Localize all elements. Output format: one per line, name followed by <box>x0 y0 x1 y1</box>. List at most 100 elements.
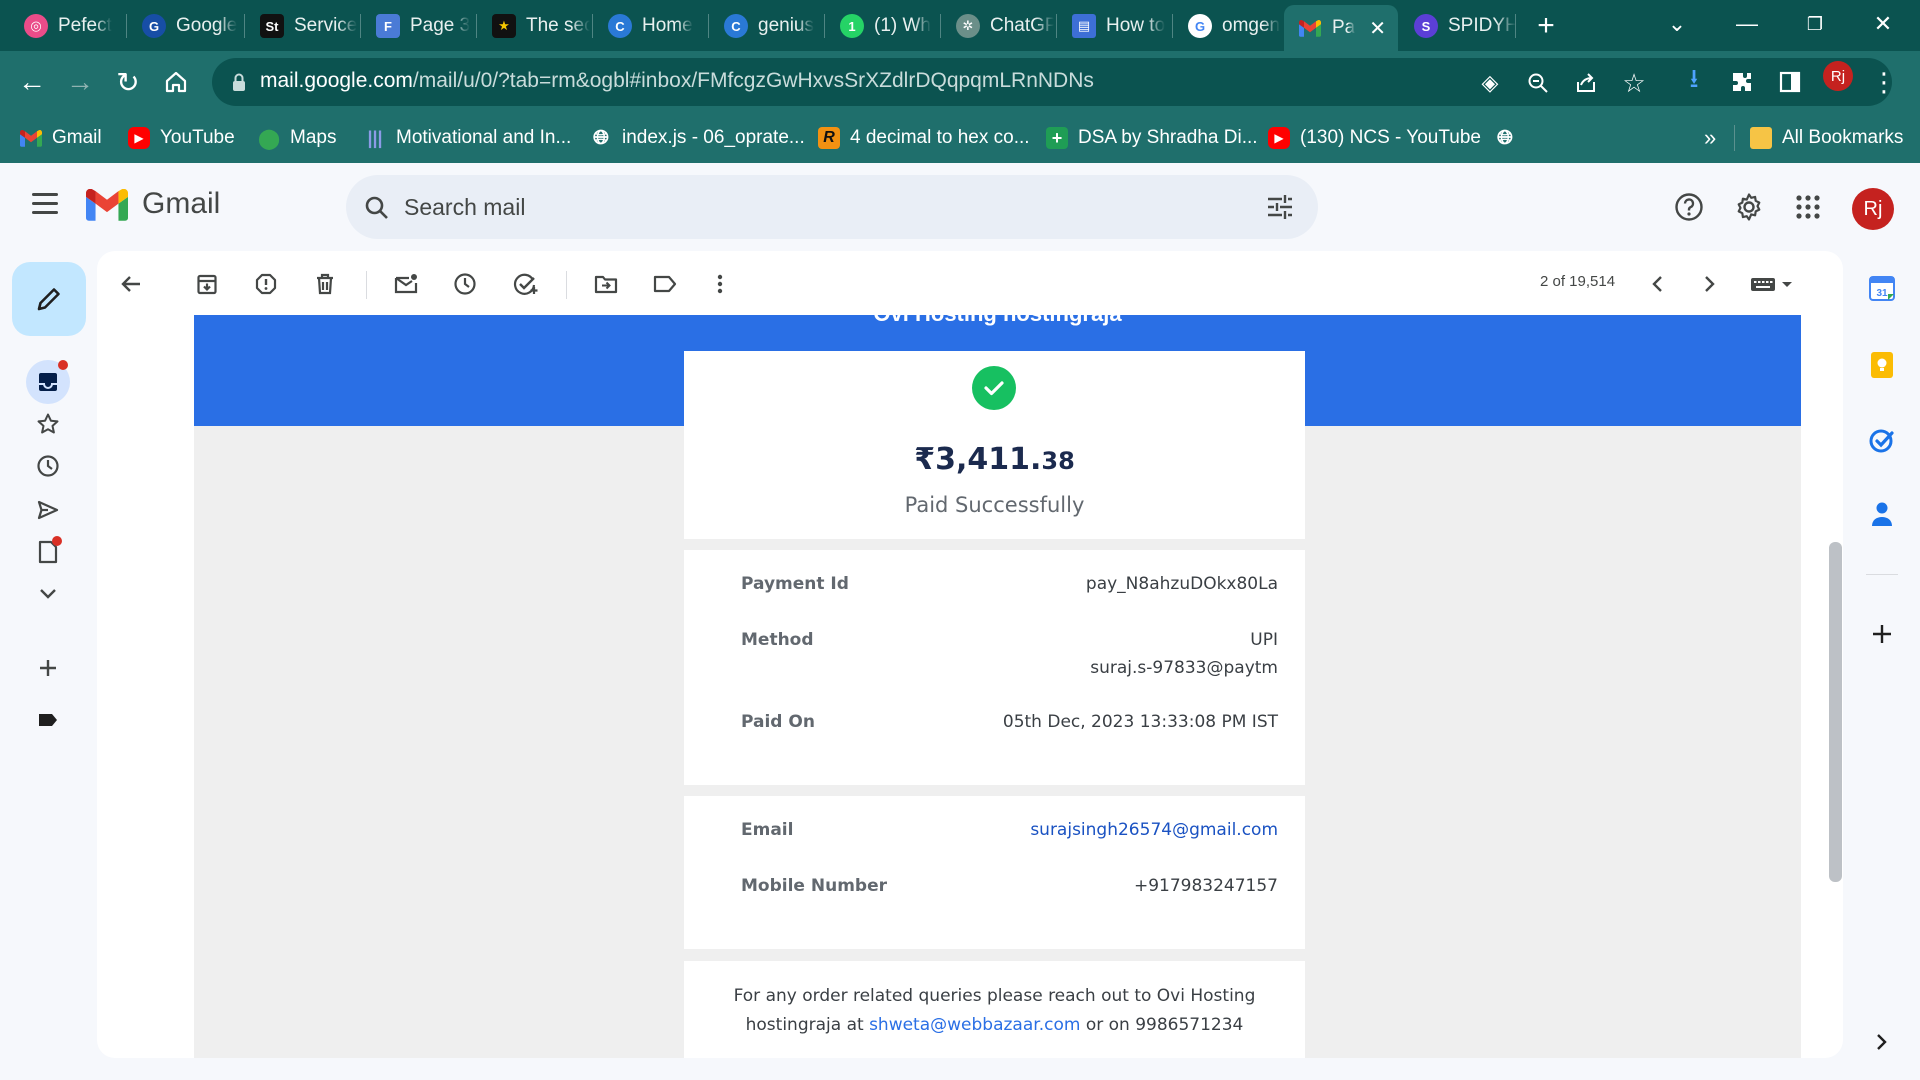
address-bar[interactable]: mail.google.com/mail/u/0/?tab=rm&ogbl#in… <box>212 58 1892 106</box>
tab-label: Service <box>294 15 358 36</box>
close-window-icon[interactable]: ✕ <box>1858 6 1908 42</box>
extensions-icon[interactable] <box>1728 68 1756 96</box>
compose-button[interactable] <box>12 262 86 336</box>
back-to-inbox-icon[interactable] <box>116 269 146 299</box>
settings-gear-icon[interactable] <box>1729 187 1769 227</box>
newer-chevron-left-icon[interactable] <box>1642 269 1672 299</box>
label-icon[interactable] <box>30 702 66 738</box>
help-icon[interactable] <box>1669 187 1709 227</box>
message-scrollbar[interactable] <box>1829 542 1842 882</box>
side-panel-icon[interactable] <box>1776 68 1804 96</box>
browser-tab[interactable]: F Page 3 <box>362 8 474 44</box>
show-side-panel-chevron-icon[interactable] <box>1866 1026 1898 1058</box>
label-as-icon[interactable] <box>650 269 680 299</box>
browser-tab[interactable]: St Service <box>246 8 358 44</box>
browser-menu-icon[interactable]: ⋮ <box>1870 67 1898 97</box>
gmail-logo-icon[interactable] <box>86 189 128 221</box>
tab-search-icon[interactable]: ⌄ <box>1652 6 1702 42</box>
browser-tab[interactable]: ◎ Pefect <box>10 8 120 44</box>
archive-icon[interactable] <box>192 269 222 299</box>
tab-label: Pa <box>1332 17 1356 38</box>
more-bookmarks-button[interactable]: » <box>1704 125 1716 151</box>
keep-notes-icon[interactable] <box>1866 349 1898 381</box>
whatsapp-icon: 1 <box>840 14 864 38</box>
bookmarks-bar: Gmail ▶ YouTube ⬤ Maps ||| Motivational … <box>0 113 1920 163</box>
tab-label: SPIDYH <box>1448 15 1516 36</box>
tasks-icon[interactable] <box>1866 424 1898 456</box>
home-icon[interactable] <box>156 62 196 102</box>
customer-email-link[interactable]: surajsingh26574@gmail.com <box>1030 820 1278 840</box>
bookmark-item[interactable]: 🌐︎ index.js - 06_oprate... <box>590 125 805 151</box>
notification-dot <box>58 360 68 370</box>
browser-tab[interactable]: ▤ How to <box>1058 8 1170 44</box>
contacts-icon[interactable] <box>1866 498 1898 530</box>
browser-tab[interactable]: 1 (1) Wh <box>826 8 938 44</box>
calendar-icon[interactable]: 31 <box>1866 272 1898 304</box>
tab-label: (1) Wh <box>874 15 931 36</box>
bookmark-item[interactable]: 🌐︎ <box>1494 125 1516 151</box>
bookmark-label: Motivational and In... <box>396 127 572 148</box>
create-label-plus-icon[interactable] <box>30 650 66 686</box>
bookmark-item[interactable]: R 4 decimal to hex co... <box>818 125 1030 151</box>
get-addons-plus-icon[interactable] <box>1866 618 1898 650</box>
new-tab-button[interactable]: + <box>1528 8 1564 44</box>
bookmark-item[interactable]: ||| Motivational and In... <box>364 125 571 151</box>
move-to-folder-icon[interactable] <box>591 269 621 299</box>
browser-tab[interactable]: G omgen <box>1174 8 1286 44</box>
browser-tab[interactable]: G Google <box>128 8 240 44</box>
sent-icon[interactable] <box>30 492 66 528</box>
download-icon[interactable]: ⭳ <box>1680 63 1708 96</box>
payment-details-card: Payment Id pay_N8ahzuDOkx80La Method UPI… <box>684 550 1305 785</box>
tab-label: Google <box>176 15 238 36</box>
bookmark-item[interactable]: ⬤ Maps <box>258 125 337 151</box>
zoom-icon[interactable] <box>1524 69 1552 97</box>
add-to-tasks-icon[interactable] <box>511 269 541 299</box>
bookmark-label: index.js - 06_oprate... <box>622 127 805 148</box>
snooze-clock-icon[interactable] <box>450 269 480 299</box>
snoozed-clock-icon[interactable] <box>30 448 66 484</box>
apps-grid-icon[interactable] <box>1788 187 1828 227</box>
bookmark-star-icon[interactable]: ☆ <box>1620 68 1648 98</box>
lens-icon[interactable]: ◈ <box>1476 69 1504 97</box>
search-input[interactable] <box>404 189 1224 225</box>
pencil-icon <box>37 288 60 311</box>
older-chevron-right-icon[interactable] <box>1695 269 1725 299</box>
browser-tab-active[interactable]: Pa ✕ <box>1284 5 1398 51</box>
support-email-link[interactable]: shweta@webbazaar.com <box>869 1015 1080 1035</box>
all-bookmarks-label: All Bookmarks <box>1782 127 1904 148</box>
more-chevron-down-icon[interactable] <box>30 576 66 612</box>
restore-icon[interactable]: ❐ <box>1790 6 1840 42</box>
url-host: mail.google.com <box>260 69 413 92</box>
browser-tab[interactable]: ★ The sec <box>478 8 590 44</box>
browser-tab[interactable]: ✲ ChatGP <box>942 8 1054 44</box>
bookmark-item[interactable]: + DSA by Shradha Di... <box>1046 125 1258 151</box>
starred-icon[interactable] <box>30 406 66 442</box>
close-tab-icon[interactable]: ✕ <box>1369 16 1386 41</box>
profile-avatar[interactable]: Rj <box>1823 61 1853 91</box>
drafts-icon[interactable] <box>30 534 66 570</box>
browser-tab[interactable]: C Home <box>594 8 706 44</box>
inbox-icon[interactable] <box>26 360 70 404</box>
url-text: mail.google.com/mail/u/0/?tab=rm&ogbl#in… <box>260 69 1094 93</box>
all-bookmarks-button[interactable]: All Bookmarks <box>1750 125 1903 151</box>
reload-icon[interactable]: ↻ <box>108 62 148 102</box>
bookmark-item[interactable]: ▶ YouTube <box>128 125 235 151</box>
search-options-icon[interactable] <box>1266 194 1294 220</box>
browser-tab[interactable]: C genius <box>710 8 822 44</box>
minimize-icon[interactable]: — <box>1722 6 1772 42</box>
forward-icon[interactable]: → <box>60 62 100 102</box>
back-icon[interactable]: ← <box>12 62 52 102</box>
browser-tab[interactable]: S SPIDYH <box>1400 8 1516 44</box>
mark-unread-icon[interactable] <box>391 269 421 299</box>
report-spam-icon[interactable] <box>251 269 281 299</box>
account-avatar[interactable]: Rj <box>1852 188 1894 230</box>
delete-trash-icon[interactable] <box>310 269 340 299</box>
mobile-value: +917983247157 <box>1133 876 1278 896</box>
more-options-icon[interactable] <box>705 269 735 299</box>
search-icon[interactable] <box>364 195 390 221</box>
share-icon[interactable] <box>1572 69 1600 97</box>
input-tools-keyboard-icon[interactable] <box>1747 269 1797 299</box>
main-menu-icon[interactable] <box>32 193 58 215</box>
bookmark-item[interactable]: Gmail <box>20 125 102 151</box>
bookmark-item[interactable]: ▶ (130) NCS - YouTube <box>1268 125 1481 151</box>
